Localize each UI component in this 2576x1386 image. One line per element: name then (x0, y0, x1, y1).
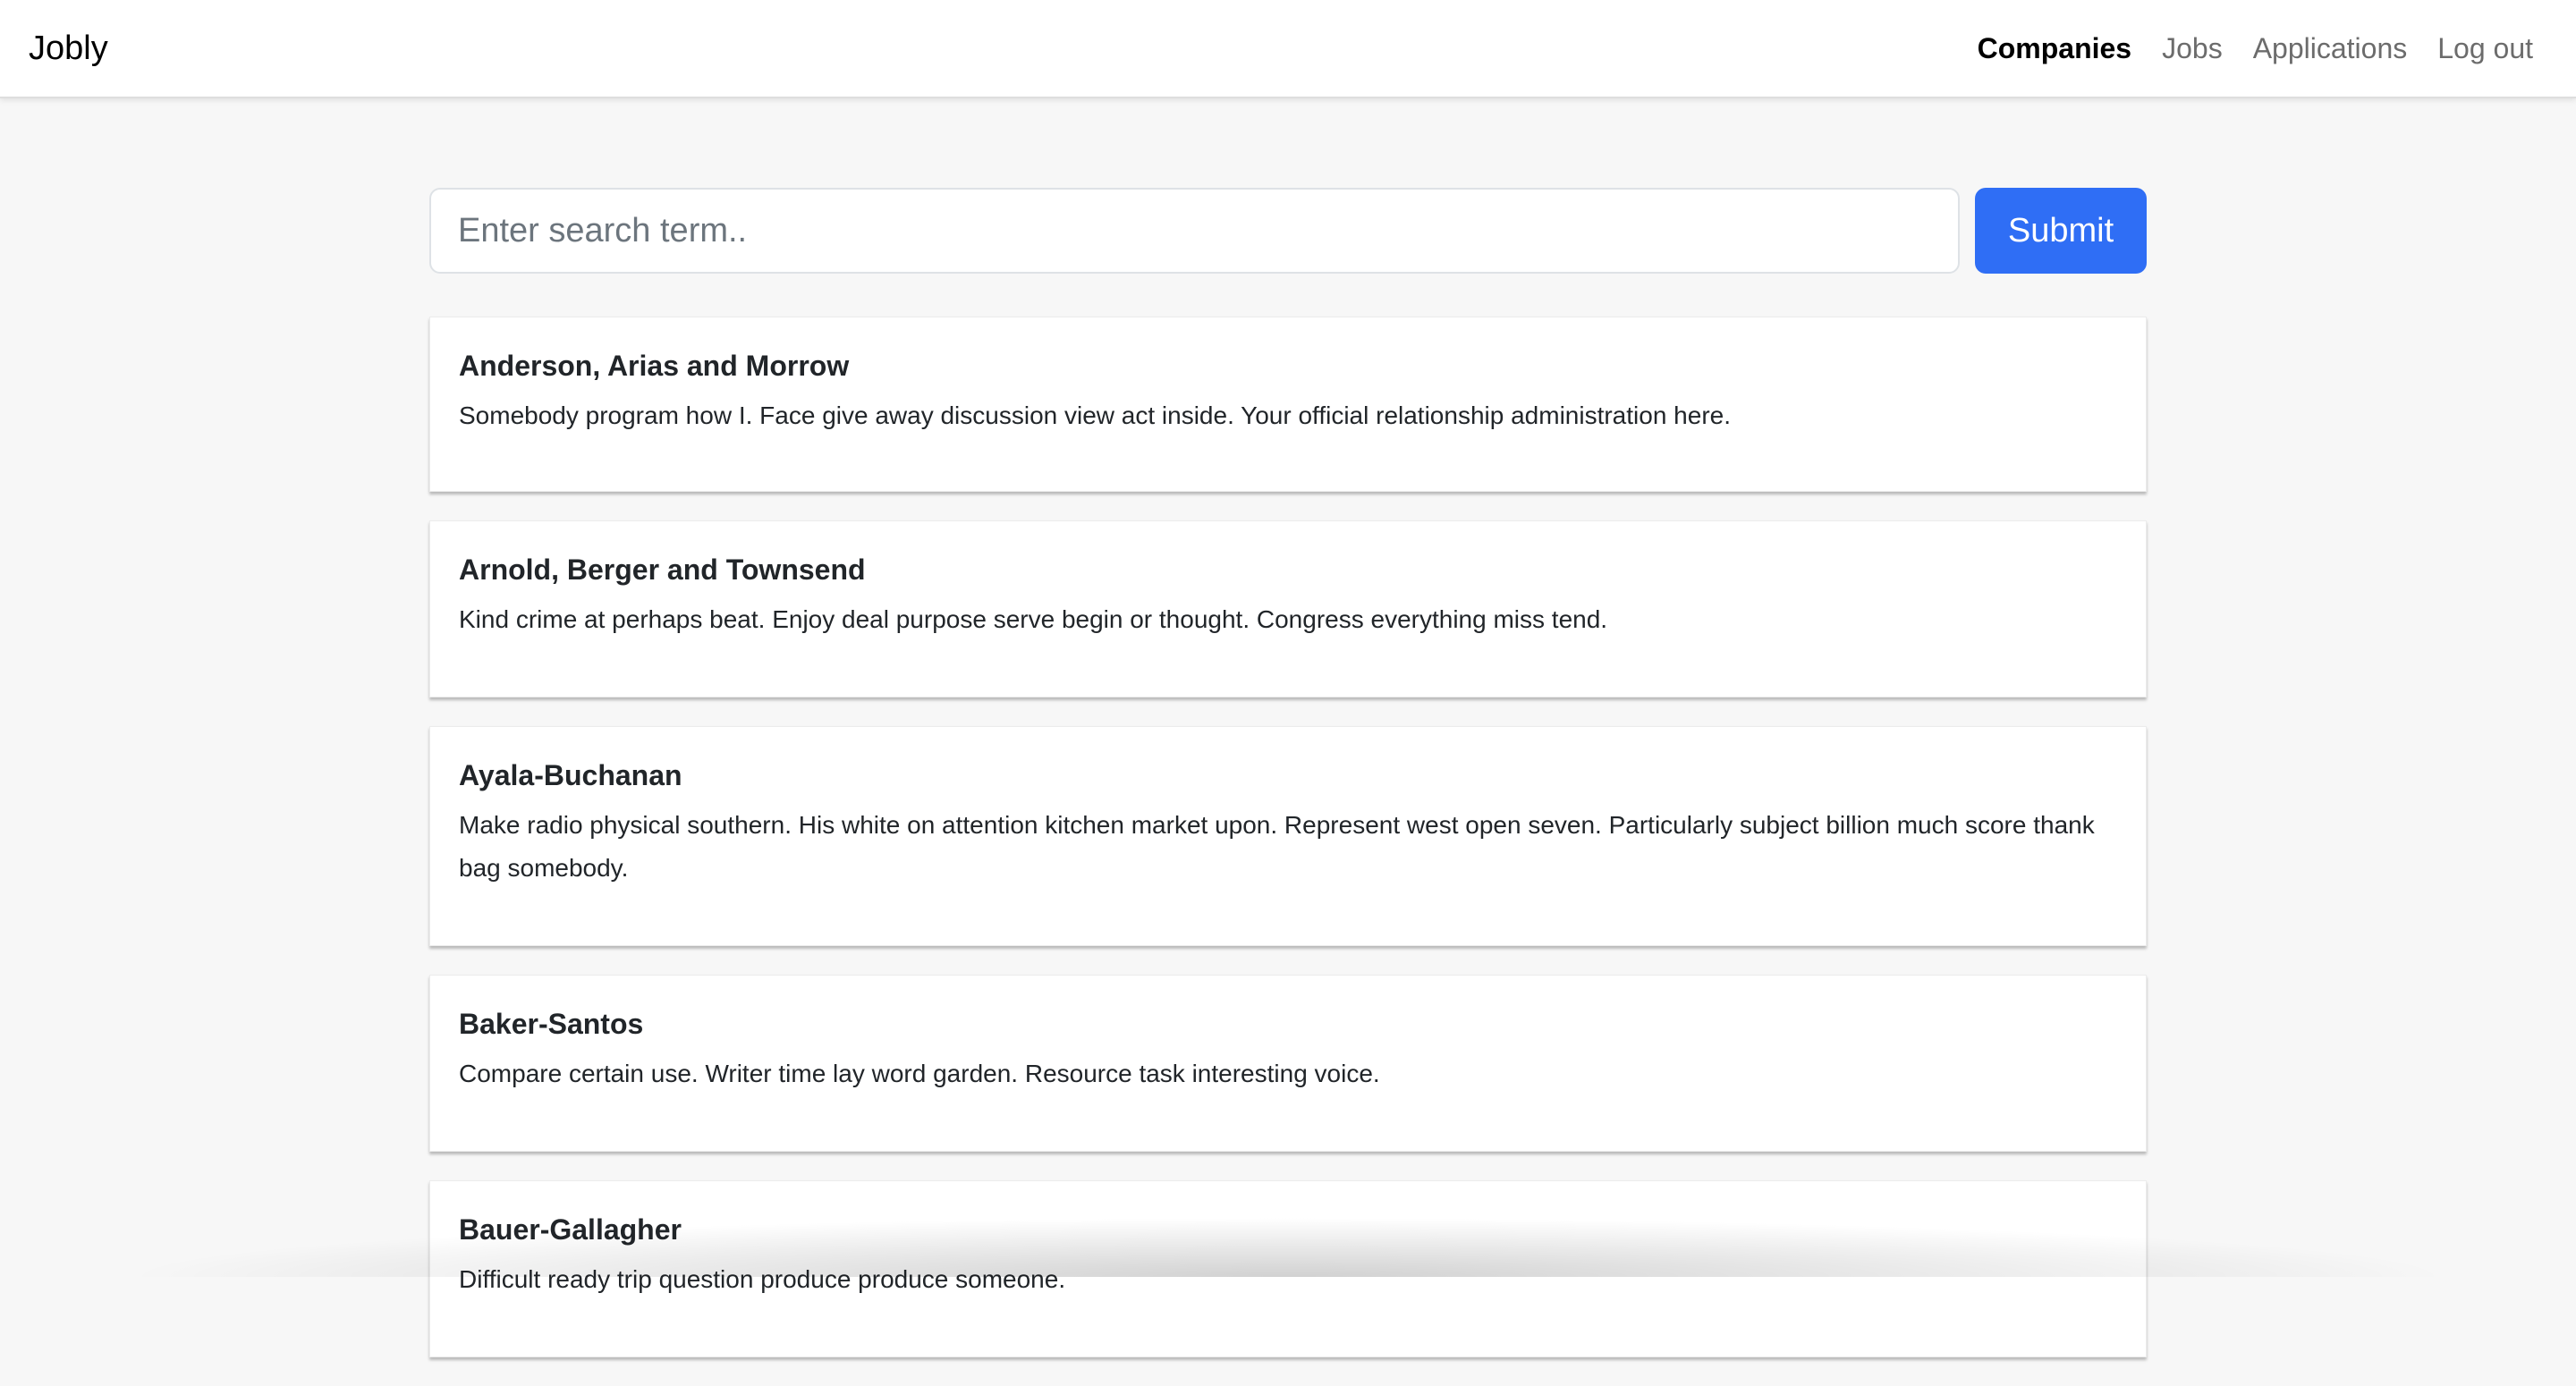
company-card[interactable]: Arnold, Berger and Townsend Kind crime a… (429, 520, 2147, 697)
nav-link-logout[interactable]: Log out (2437, 32, 2533, 65)
company-description: Make radio physical southern. His white … (459, 811, 2095, 882)
company-description: Difficult ready trip question produce pr… (459, 1265, 1066, 1293)
company-description: Kind crime at perhaps beat. Enjoy deal p… (459, 605, 1608, 633)
company-card[interactable]: Bauer-Gallagher Difficult ready trip que… (429, 1180, 2147, 1357)
company-name: Ayala-Buchanan (459, 759, 682, 791)
company-name: Arnold, Berger and Townsend (459, 554, 866, 586)
company-name: Baker-Santos (459, 1008, 644, 1040)
search-form: Submit (429, 188, 2147, 274)
nav-links: Companies Jobs Applications Log out (1978, 0, 2533, 97)
nav-link-companies[interactable]: Companies (1978, 32, 2131, 65)
search-input[interactable] (429, 188, 1960, 274)
company-description: Somebody program how I. Face give away d… (459, 401, 1731, 429)
nav-link-applications[interactable]: Applications (2253, 32, 2408, 65)
submit-button[interactable]: Submit (1975, 188, 2147, 274)
brand-logo-link[interactable]: Jobly (29, 0, 108, 97)
company-card[interactable]: Ayala-Buchanan Make radio physical south… (429, 726, 2147, 946)
company-card[interactable]: Baker-Santos Compare certain use. Writer… (429, 975, 2147, 1152)
nav-link-jobs[interactable]: Jobs (2162, 32, 2223, 65)
company-name: Bauer-Gallagher (459, 1213, 682, 1246)
company-card[interactable]: Anderson, Arias and Morrow Somebody prog… (429, 317, 2147, 492)
company-list: Anderson, Arias and Morrow Somebody prog… (429, 317, 2147, 1386)
navbar: Jobly Companies Jobs Applications Log ou… (0, 0, 2576, 98)
company-description: Compare certain use. Writer time lay wor… (459, 1060, 1380, 1087)
company-name: Anderson, Arias and Morrow (459, 350, 850, 382)
